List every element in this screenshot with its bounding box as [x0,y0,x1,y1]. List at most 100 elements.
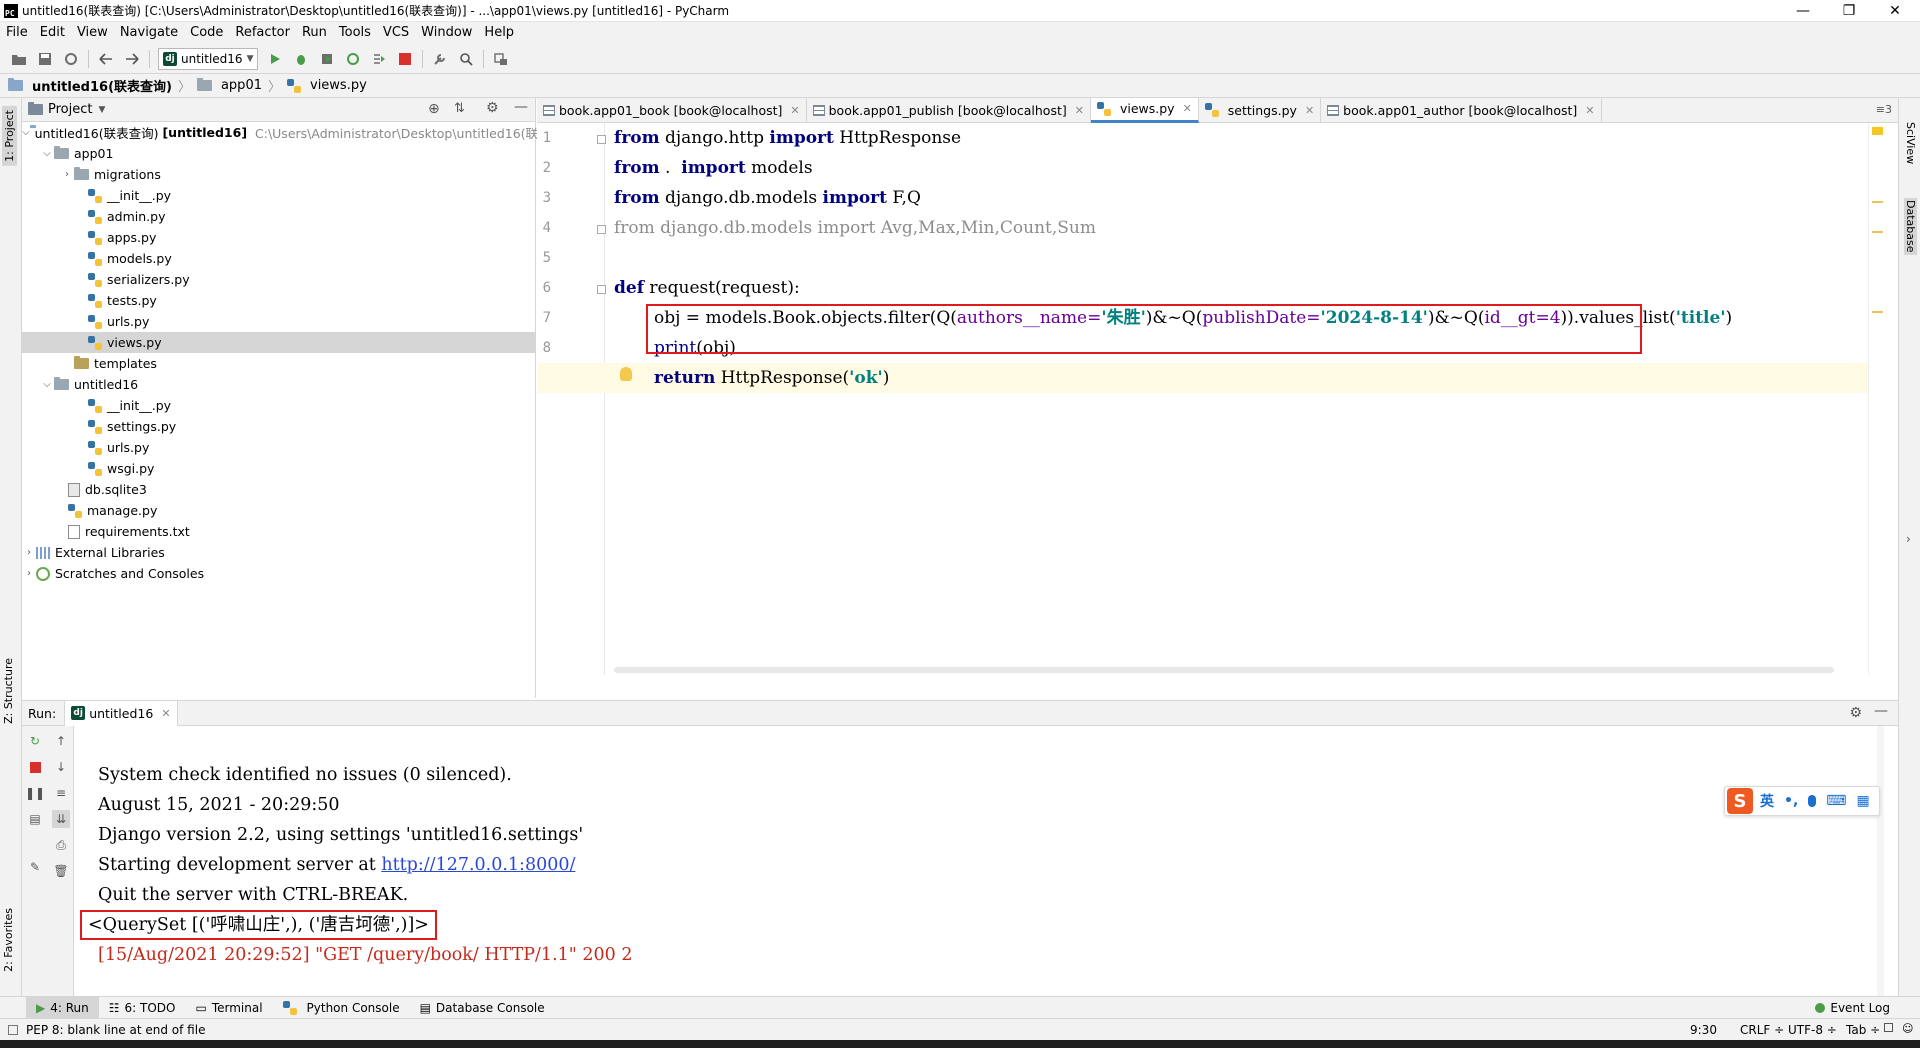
status-message[interactable]: PEP 8: blank line at end of file [26,1023,205,1037]
line-separator-selector[interactable]: CRLF ÷ [1740,1023,1784,1037]
terminal-tool-tab[interactable]: ▭ Terminal [185,997,272,1019]
menu-run[interactable]: Run [296,22,333,44]
chevron-right-icon[interactable]: › [22,568,36,579]
menu-help[interactable]: Help [478,22,520,44]
console-vertical-scrollbar[interactable] [1877,726,1884,996]
collapse-all-icon[interactable]: ⇅ [454,101,465,116]
warning-marker[interactable] [1872,231,1883,233]
close-tab-icon[interactable]: ✕ [790,104,799,117]
tree-item-file[interactable]: __init__.py [22,185,536,206]
wrench-icon[interactable] [427,46,453,72]
horizontal-scrollbar[interactable] [614,667,1834,673]
tree-item-file[interactable]: wsgi.py [22,458,536,479]
debug-icon[interactable] [288,46,314,72]
tabs-overflow-button[interactable]: ≡3 [1876,103,1892,116]
caret-position[interactable]: 9:30 [1690,1023,1717,1037]
sogou-ime-logo[interactable]: S [1727,788,1753,814]
tree-item-file-selected[interactable]: views.py [22,332,536,353]
fold-marker-icon[interactable] [597,225,606,234]
chevron-down-icon[interactable]: ▼ [98,105,105,115]
run-tab[interactable]: dj untitled16 ✕ [64,700,178,726]
fold-marker-icon[interactable] [597,135,606,144]
project-view-selector[interactable]: Project [48,102,92,117]
close-tab-icon[interactable]: ✕ [161,707,170,720]
inspector-icon[interactable]: ☺ [1902,1022,1913,1035]
menu-edit[interactable]: Edit [34,22,71,44]
close-button[interactable]: ✕ [1872,0,1918,22]
sciview-tool-tab[interactable]: SciView [1904,122,1917,164]
close-tab-icon[interactable]: ✕ [1075,104,1084,117]
chevron-down-icon[interactable]: ⌵ [40,148,54,159]
editor-tab-views-py[interactable]: views.py ✕ [1090,97,1199,123]
hide-panel-icon[interactable]: — [1874,703,1888,719]
back-arrow-icon[interactable] [93,46,119,72]
tree-item-untitled16[interactable]: ⌵ untitled16 [22,374,536,395]
warning-marker[interactable] [1872,201,1883,203]
status-message-icon[interactable] [8,1024,18,1035]
menu-code[interactable]: Code [184,22,229,44]
breadcrumb-app01[interactable]: app01 [196,78,262,93]
rerun-icon[interactable] [262,46,288,72]
menu-view[interactable]: View [71,22,114,44]
tree-item-migrations[interactable]: › migrations [22,164,536,185]
coverage-icon[interactable] [314,46,340,72]
gear-icon[interactable]: ⚙ [486,100,499,116]
breadcrumb-project[interactable]: untitled16(联表查询) [8,76,172,95]
down-arrow-icon[interactable]: ↓ [52,758,70,776]
database-tool-tab[interactable]: Database [1904,198,1917,255]
ime-punctuation-toggle[interactable]: •, [1784,793,1798,809]
todo-tool-tab[interactable]: ☷ 6: TODO [99,997,186,1019]
warning-marker[interactable] [1872,311,1883,313]
chevron-right-icon[interactable]: › [1906,532,1911,546]
editor-tab-app01-publish[interactable]: book.app01_publish [book@localhost] ✕ [807,97,1091,123]
tree-item-app01[interactable]: ⌵ app01 [22,143,536,164]
up-arrow-icon[interactable]: ↑ [52,732,70,750]
intention-bulb-icon[interactable] [620,367,632,381]
tree-item-file[interactable]: db.sqlite3 [22,479,536,500]
tree-item-file[interactable]: requirements.txt [22,521,536,542]
close-tab-icon[interactable]: ✕ [1183,102,1192,115]
pin-icon[interactable]: ✎ [26,858,44,876]
tree-item-templates[interactable]: templates [22,353,536,374]
ime-language-toggle[interactable]: 英 [1760,791,1774,811]
database-console-tool-tab[interactable]: ▤ Database Console [410,997,555,1019]
menu-vcs[interactable]: VCS [377,22,415,44]
tree-item-file[interactable]: tests.py [22,290,536,311]
profile-icon[interactable] [340,46,366,72]
menu-navigate[interactable]: Navigate [114,22,184,44]
chevron-down-icon[interactable]: ⌵ [40,379,54,390]
tree-item-file[interactable]: apps.py [22,227,536,248]
minimize-button[interactable]: — [1780,0,1826,22]
tree-item-file[interactable]: admin.py [22,206,536,227]
tree-item-project-root[interactable]: ⌵ untitled16(联表查询) [untitled16] C:\Users… [22,122,551,143]
search-icon[interactable] [453,46,479,72]
sync-icon[interactable] [58,46,84,72]
tree-item-file[interactable]: serializers.py [22,269,536,290]
code-editor[interactable]: from django.http import HttpResponse fro… [538,123,1868,675]
layout-icon[interactable]: ▤ [26,810,44,828]
tree-item-file[interactable]: models.py [22,248,536,269]
editor-tab-app01-book[interactable]: book.app01_book [book@localhost] ✕ [537,97,807,123]
editor-tab-settings-py[interactable]: settings.py ✕ [1199,97,1322,123]
menu-window[interactable]: Window [415,22,478,44]
trash-icon[interactable]: 🗑 [52,862,70,880]
tree-item-external-libraries[interactable]: › External Libraries [22,542,536,563]
grid-icon[interactable]: ▦ [1857,793,1870,809]
stop-icon[interactable] [392,46,418,72]
structure-tool-tab[interactable]: Z: Structure [2,658,15,724]
print-icon[interactable]: ⎙ [52,836,70,854]
menu-refactor[interactable]: Refactor [229,22,296,44]
close-tab-icon[interactable]: ✕ [1305,104,1314,117]
run-console-output[interactable]: System check identified no issues (0 sil… [74,726,1898,996]
encoding-selector[interactable]: UTF-8 ÷ [1788,1023,1837,1037]
event-log-tool-tab[interactable]: Event Log [1805,997,1900,1019]
open-folder-icon[interactable] [6,46,32,72]
stop-icon[interactable] [26,758,44,776]
tree-item-file[interactable]: settings.py [22,416,536,437]
locate-icon[interactable]: ⊕ [428,101,440,117]
tree-item-file[interactable]: urls.py [22,437,536,458]
project-tool-tab[interactable]: 1: Project [2,106,17,166]
server-url-link[interactable]: http://127.0.0.1:8000/ [381,855,575,875]
soft-wrap-icon[interactable]: ≡ [52,784,70,802]
chevron-down-icon[interactable]: ⌵ [22,127,30,138]
